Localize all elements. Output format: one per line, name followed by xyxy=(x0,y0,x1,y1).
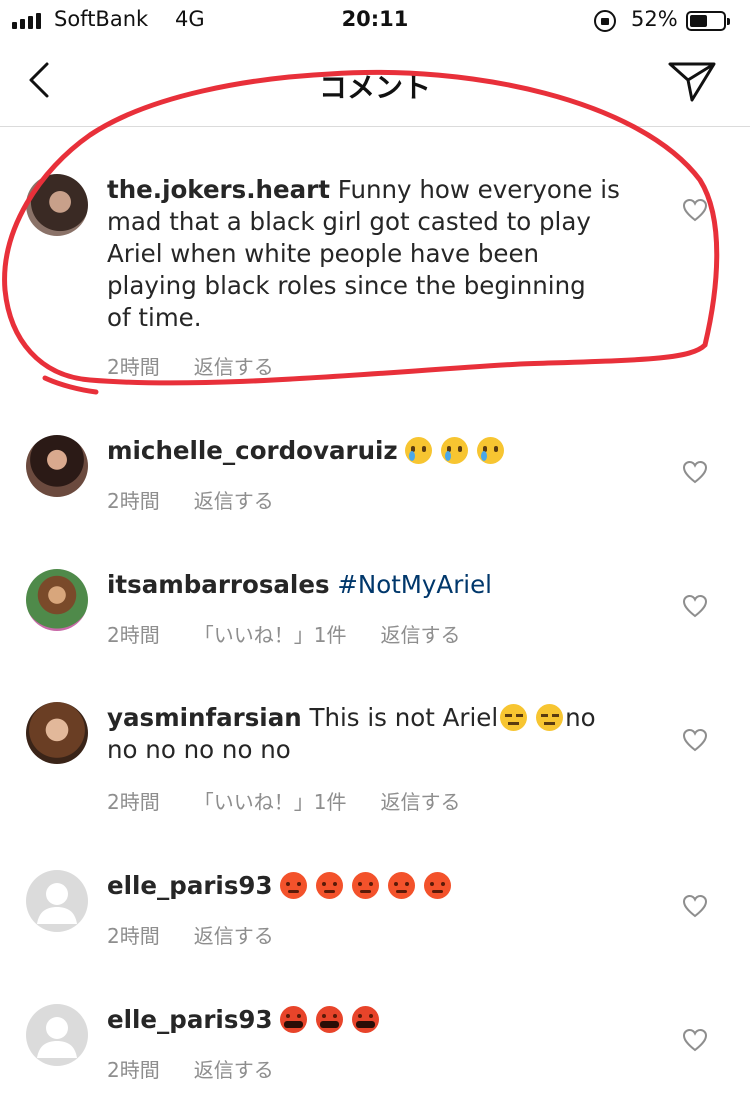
share-button[interactable] xyxy=(666,58,720,106)
default-avatar-icon xyxy=(37,1017,77,1058)
username[interactable]: the.jokers.heart xyxy=(107,175,330,204)
comment-time: 2時間 xyxy=(107,790,160,814)
comment-line: of time. xyxy=(107,303,202,332)
hashtag-link[interactable]: #NotMyAriel xyxy=(337,570,492,599)
comment-time: 2時間 xyxy=(107,623,160,647)
comment-meta: 2時間 返信する xyxy=(107,920,274,949)
battery-icon xyxy=(686,11,730,31)
comment-time: 2時間 xyxy=(107,924,160,948)
comment-line: no no no no no xyxy=(107,735,291,764)
avatar[interactable] xyxy=(26,569,88,631)
comment-meta: 2時間 「いいね！」1件 返信する xyxy=(107,786,460,815)
comment-meta: 2時間 返信する xyxy=(107,485,274,514)
comment-line: Funny how everyone is xyxy=(337,175,620,204)
comment-line: playing black roles since the beginning xyxy=(107,271,586,300)
paper-plane-icon xyxy=(668,62,716,102)
default-avatar-icon xyxy=(37,883,77,924)
comment-time: 2時間 xyxy=(107,1058,160,1082)
pouting-face-emoji xyxy=(280,872,308,899)
comment-line: no xyxy=(565,703,596,732)
comment-text: yasminfarsian This is not Ariel no no no … xyxy=(107,702,637,766)
heart-icon[interactable] xyxy=(682,728,708,752)
comment-meta: 2時間 返信する xyxy=(107,351,274,380)
reply-button[interactable]: 返信する xyxy=(194,1054,274,1083)
comment-meta: 2時間 「いいね！」1件 返信する xyxy=(107,619,460,648)
battery-percent: 52% xyxy=(631,7,678,31)
comment-text: michelle_cordovaruiz xyxy=(107,435,637,467)
nav-bar: コメント xyxy=(0,42,750,127)
battery-level xyxy=(690,15,707,27)
pouting-face-emoji xyxy=(316,872,344,899)
like-count[interactable]: 「いいね！」1件 xyxy=(194,619,347,648)
page-title: コメント xyxy=(318,71,431,104)
pouting-face-emoji xyxy=(352,872,380,899)
crying-face-emoji xyxy=(405,437,433,464)
expressionless-face-emoji xyxy=(500,704,528,731)
status-bar: SoftBank 4G 20:11 52% xyxy=(0,0,750,42)
heart-icon[interactable] xyxy=(682,198,708,222)
comment-text: the.jokers.heart Funny how everyone is m… xyxy=(107,174,637,334)
avatar[interactable] xyxy=(26,870,88,932)
heart-icon[interactable] xyxy=(682,894,708,918)
crying-face-emoji xyxy=(441,437,469,464)
comment-time: 2時間 xyxy=(107,489,160,513)
comment-line: This is not Ariel xyxy=(309,703,499,732)
avatar[interactable] xyxy=(26,1004,88,1066)
cursing-face-emoji xyxy=(280,1006,308,1033)
username[interactable]: elle_paris93 xyxy=(107,1005,273,1034)
reply-button[interactable]: 返信する xyxy=(194,351,274,380)
comment-text: elle_paris93 xyxy=(107,1004,637,1036)
heart-icon[interactable] xyxy=(682,1028,708,1052)
username[interactable]: elle_paris93 xyxy=(107,871,273,900)
crying-face-emoji xyxy=(477,437,505,464)
avatar[interactable] xyxy=(26,702,88,764)
pouting-face-emoji xyxy=(424,872,452,899)
reply-button[interactable]: 返信する xyxy=(380,619,460,648)
avatar[interactable] xyxy=(26,174,88,236)
comment-text: itsambarrosales #NotMyAriel xyxy=(107,569,637,601)
username[interactable]: itsambarrosales xyxy=(107,570,330,599)
heart-icon[interactable] xyxy=(682,460,708,484)
cursing-face-emoji xyxy=(352,1006,380,1033)
comment-meta: 2時間 返信する xyxy=(107,1054,274,1083)
reply-button[interactable]: 返信する xyxy=(194,920,274,949)
username[interactable]: michelle_cordovaruiz xyxy=(107,436,398,465)
comment-time: 2時間 xyxy=(107,355,160,379)
like-count[interactable]: 「いいね！」1件 xyxy=(194,786,347,815)
heart-icon[interactable] xyxy=(682,594,708,618)
username[interactable]: yasminfarsian xyxy=(107,703,302,732)
expressionless-face-emoji xyxy=(536,704,564,731)
avatar[interactable] xyxy=(26,435,88,497)
pouting-face-emoji xyxy=(388,872,416,899)
comment-text: elle_paris93 xyxy=(107,870,637,902)
cursing-face-emoji xyxy=(316,1006,344,1033)
comment-line: mad that a black girl got casted to play xyxy=(107,207,591,236)
reply-button[interactable]: 返信する xyxy=(380,786,460,815)
comment-line: Ariel when white people have been xyxy=(107,239,540,268)
orientation-lock-icon xyxy=(594,10,616,32)
reply-button[interactable]: 返信する xyxy=(194,485,274,514)
